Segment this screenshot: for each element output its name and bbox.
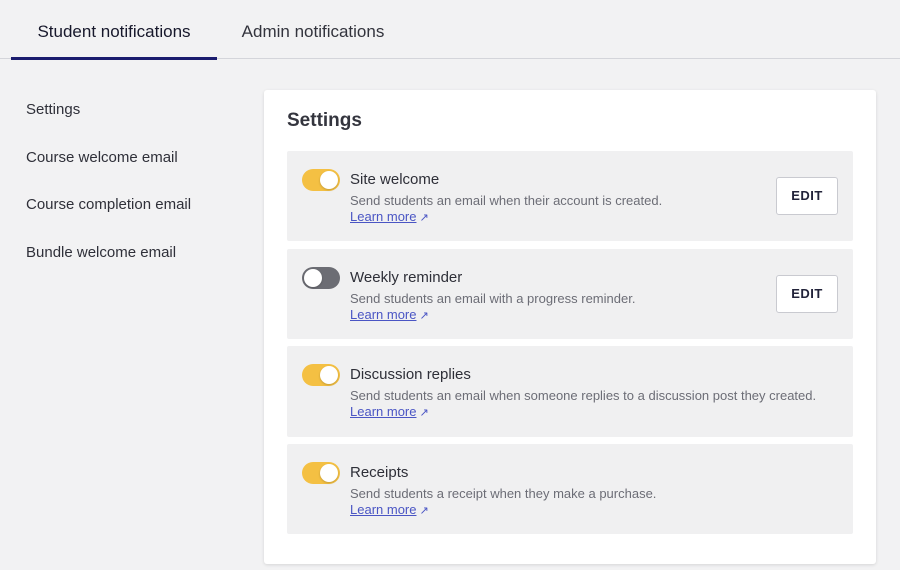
learn-more-link[interactable]: Learn more ↗ [350,404,429,419]
setting-row-receipts: Receipts Send students a receipt when th… [287,444,853,534]
toggle-knob [304,269,322,287]
setting-description: Send students an email when someone repl… [350,388,817,403]
learn-more-label: Learn more [350,307,417,322]
setting-row-discussion-replies: Discussion replies Send students an emai… [287,346,853,437]
tab-admin-notifications[interactable]: Admin notifications [225,0,401,59]
tab-student-notifications[interactable]: Student notifications [11,0,217,60]
learn-more-label: Learn more [350,404,417,419]
sidebar-item-bundle-welcome-email[interactable]: Bundle welcome email [26,229,246,277]
external-link-arrow-icon: ↗ [419,310,429,322]
settings-title: Settings [287,110,362,131]
edit-button[interactable]: EDIT [776,177,838,215]
setting-description: Send students a receipt when they make a… [350,486,657,501]
external-link-arrow-icon: ↗ [419,407,429,419]
sidebar-item-course-welcome-email[interactable]: Course welcome email [26,134,246,182]
learn-more-link[interactable]: Learn more ↗ [350,307,429,322]
setting-description: Send students an email when their accoun… [350,193,663,208]
setting-row-weekly-reminder: Weekly reminder Send students an email w… [287,249,853,339]
toggle-knob [320,171,338,189]
sidebar: Settings Course welcome email Course com… [26,86,246,276]
setting-title: Weekly reminder [350,269,463,286]
edit-button[interactable]: EDIT [776,275,838,313]
learn-more-link[interactable]: Learn more ↗ [350,502,429,517]
learn-more-label: Learn more [350,209,417,224]
learn-more-link[interactable]: Learn more ↗ [350,209,429,224]
setting-title: Site welcome [350,171,440,188]
toggle-knob [320,366,338,384]
setting-description: Send students an email with a progress r… [350,291,636,306]
setting-title: Receipts [350,464,409,481]
learn-more-label: Learn more [350,502,417,517]
notification-tabs: Student notifications Admin notification… [0,0,900,60]
discussion-replies-toggle[interactable] [302,364,340,386]
site-welcome-toggle[interactable] [302,169,340,191]
setting-row-site-welcome: Site welcome Send students an email when… [287,151,853,241]
external-link-arrow-icon: ↗ [419,212,429,224]
receipts-toggle[interactable] [302,462,340,484]
sidebar-item-settings[interactable]: Settings [26,86,246,134]
settings-card: Settings Site welcome Send students an e… [264,90,876,564]
weekly-reminder-toggle[interactable] [302,267,340,289]
external-link-arrow-icon: ↗ [419,505,429,517]
toggle-knob [320,464,338,482]
sidebar-item-course-completion-email[interactable]: Course completion email [26,181,246,229]
setting-title: Discussion replies [350,366,471,383]
